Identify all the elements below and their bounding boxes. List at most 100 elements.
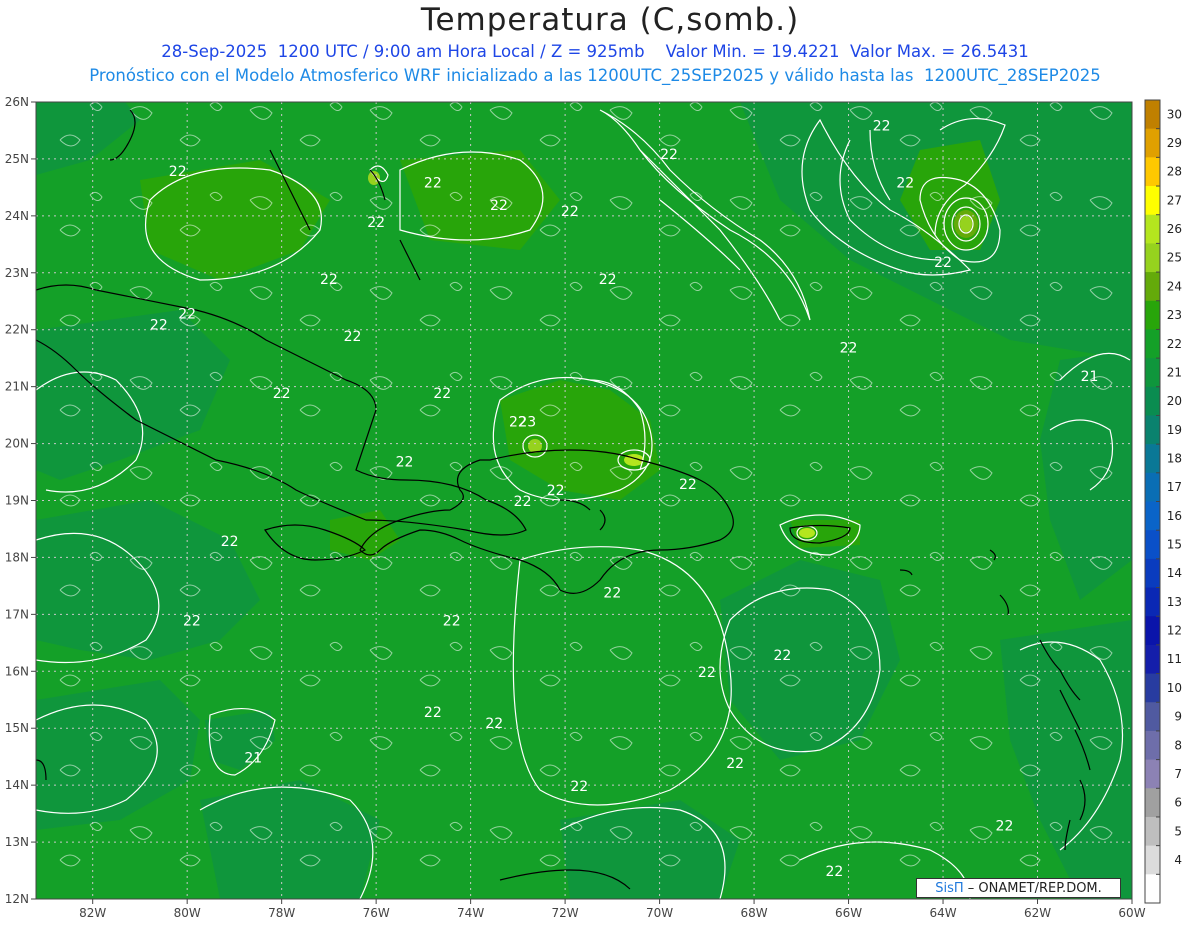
colorbar-swatch: [1145, 788, 1160, 818]
contour-label: 22: [178, 306, 196, 322]
colorbar: 30 29 28 27 26 25 24 23 22 21 20 19 18 17 16 15 14 13 12 11…: [1144, 99, 1182, 904]
colorbar-label: 14: [1167, 566, 1182, 580]
colorbar-swatch: [1145, 816, 1160, 847]
colorbar-swatch: [1145, 874, 1160, 904]
lon-tick-label: 68W: [740, 906, 767, 920]
contour-label: 22: [726, 756, 744, 772]
contour-label: 22: [344, 329, 362, 345]
lat-tick-label: 23N: [5, 266, 29, 280]
lat-tick-label: 19N: [5, 494, 29, 508]
contour-label: 22: [840, 340, 858, 356]
latitude-axis: 26N 25N 24N 23N 22N 21N 20N 19N 18N 17N 16N 15N 14N 1…: [5, 95, 36, 906]
contour-label: 22: [660, 147, 678, 163]
colorbar-swatch: [1145, 845, 1160, 875]
lat-tick-label: 26N: [5, 95, 29, 109]
contour-label: 22: [896, 175, 914, 191]
credit-text: – ONAMET/REP.DOM.: [967, 881, 1102, 896]
lon-tick-label: 62W: [1024, 906, 1051, 920]
contour-label: 22: [273, 386, 291, 402]
colorbar-swatch: [1145, 272, 1160, 302]
colorbar-swatch: [1145, 386, 1160, 416]
lat-tick-label: 16N: [5, 664, 29, 678]
longitude-axis: 82W 80W 78W 76W 74W 72W 70W 68W 66W 64W 62W 60W: [79, 899, 1146, 920]
contour-label: 22: [773, 648, 791, 664]
colorbar-label: 21: [1167, 365, 1182, 379]
lon-tick-label: 72W: [552, 906, 579, 920]
colorbar-swatch: [1145, 358, 1160, 388]
lon-tick-label: 66W: [835, 906, 862, 920]
colorbar-swatch: [1145, 300, 1160, 330]
colorbar-swatch: [1145, 673, 1160, 703]
contour-label: 22: [150, 318, 168, 334]
contour-label: 22: [603, 585, 621, 601]
contour-label: 22: [367, 215, 385, 231]
contour-label: 22: [221, 534, 239, 550]
colorbar-label: 15: [1167, 538, 1182, 552]
contour-label: 22: [934, 255, 952, 271]
colorbar-swatch: [1145, 501, 1160, 531]
colorbar-label: 11: [1167, 652, 1182, 666]
colorbar-swatch: [1145, 186, 1160, 216]
colorbar-swatch: [1145, 472, 1160, 502]
contour-label: 22: [433, 386, 451, 402]
colorbar-label: 17: [1167, 480, 1182, 494]
contour-label: 22: [996, 819, 1014, 835]
colorbar-swatch: [1145, 329, 1160, 359]
colorbar-swatch: [1145, 128, 1160, 158]
colorbar-label: 13: [1167, 595, 1182, 609]
lon-tick-label: 82W: [79, 906, 106, 920]
contour-label: 21: [244, 750, 262, 766]
contour-label: 23: [518, 414, 536, 430]
colorbar-swatch: [1145, 243, 1160, 273]
contour-label: 22: [873, 118, 891, 134]
colorbar-swatch: [1145, 730, 1160, 761]
colorbar-label: 5: [1174, 824, 1182, 838]
lat-tick-label: 13N: [5, 835, 29, 849]
colorbar-swatch: [1145, 616, 1160, 646]
colorbar-swatch: [1145, 644, 1160, 675]
colorbar-label: 30: [1167, 107, 1182, 121]
colorbar-swatch: [1145, 415, 1160, 445]
contour-label: 21: [1081, 369, 1099, 385]
contour-label: 22: [169, 164, 187, 180]
colorbar-label: 7: [1174, 767, 1182, 781]
colorbar-label: 8: [1174, 738, 1182, 752]
colorbar-swatch: [1145, 157, 1160, 187]
lon-tick-label: 60W: [1118, 906, 1145, 920]
contour-label: 22: [424, 705, 442, 721]
contour-label: 22: [443, 614, 461, 630]
colorbar-label: 23: [1167, 308, 1182, 322]
colorbar-label: 10: [1167, 681, 1182, 695]
colorbar-label: 22: [1167, 337, 1182, 351]
lat-tick-label: 24N: [5, 209, 29, 223]
lat-tick-label: 18N: [5, 550, 29, 564]
colorbar-label: 6: [1174, 796, 1182, 810]
lon-tick-label: 80W: [174, 906, 201, 920]
colorbar-label: 4: [1174, 853, 1182, 867]
colorbar-swatch: [1145, 759, 1160, 789]
lat-tick-label: 25N: [5, 152, 29, 166]
contour-label: 22: [561, 204, 579, 220]
colorbar-label: 24: [1167, 279, 1182, 293]
colorbar-swatch: [1145, 587, 1160, 617]
colorbar-label: 12: [1167, 624, 1182, 638]
lon-tick-label: 76W: [363, 906, 390, 920]
colorbar-label: 16: [1167, 509, 1182, 523]
lat-tick-label: 20N: [5, 437, 29, 451]
contour-label: 22: [547, 483, 565, 499]
colorbar-label: 28: [1167, 165, 1182, 179]
lat-tick-label: 22N: [5, 323, 29, 337]
credit-box: SisΠ – ONAMET/REP.DOM.: [916, 878, 1121, 898]
colorbar-label: 25: [1167, 251, 1182, 265]
temperature-map: 82W 80W 78W 76W 74W 72W 70W 68W 66W 64W 62W 60W 26N…: [5, 95, 1182, 920]
contour-label: 22: [396, 454, 414, 470]
colorbar-swatch: [1145, 444, 1160, 474]
colorbar-swatch: [1145, 558, 1160, 589]
contour-label: 22: [320, 272, 338, 288]
lat-tick-label: 17N: [5, 607, 29, 621]
contour-label: 22: [424, 175, 442, 191]
contour-label: 22: [679, 477, 697, 493]
lon-tick-label: 78W: [268, 906, 295, 920]
contour-label: 22: [570, 779, 588, 795]
colorbar-swatch: [1145, 530, 1160, 560]
